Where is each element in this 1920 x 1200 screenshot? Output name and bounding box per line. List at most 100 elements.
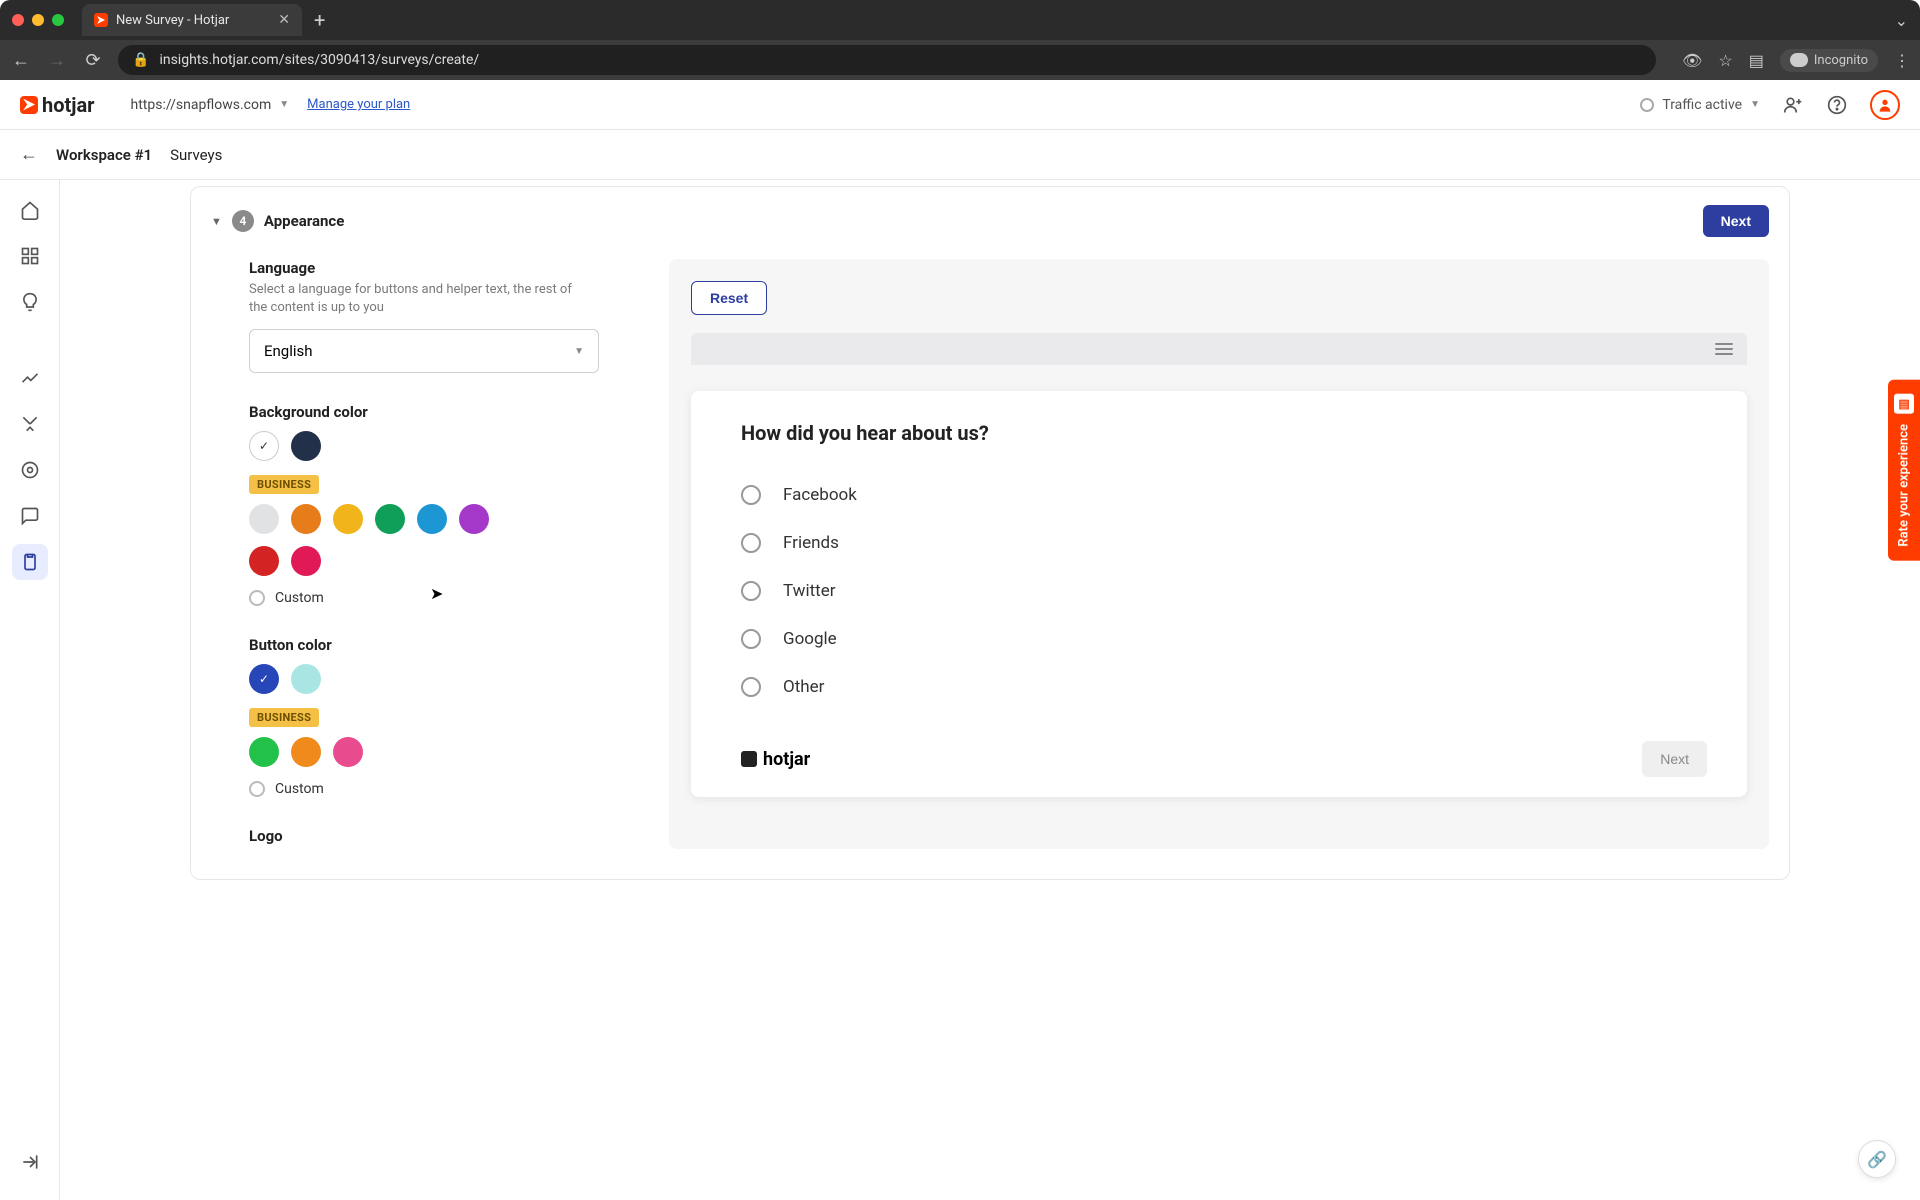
breadcrumb-workspace[interactable]: Workspace #1 <box>56 146 152 164</box>
help-icon[interactable] <box>1826 94 1848 116</box>
extension-icon[interactable]: ▤ <box>1749 51 1764 70</box>
traffic-label: Traffic active <box>1662 97 1742 113</box>
survey-question: How did you hear about us? <box>741 421 1707 445</box>
preview-brand: hotjar <box>741 749 810 770</box>
tab-favicon <box>94 13 108 27</box>
star-icon[interactable]: ☆ <box>1718 51 1732 70</box>
business-badge: BUSINESS <box>249 708 319 727</box>
bgcolor-custom-radio[interactable]: Custom <box>249 590 629 606</box>
rail-recordings-icon[interactable] <box>12 452 48 488</box>
browser-tab[interactable]: New Survey - Hotjar ✕ <box>82 4 302 36</box>
swatch-btn-blue[interactable]: ✓ <box>249 664 279 694</box>
option-label: Facebook <box>783 485 857 505</box>
flame-icon <box>20 96 38 114</box>
section-next-button[interactable]: Next <box>1703 205 1769 237</box>
option-label: Google <box>783 629 837 649</box>
swatch-pink[interactable] <box>291 546 321 576</box>
chevron-down-icon: ▼ <box>1750 99 1760 110</box>
survey-option[interactable]: Facebook <box>741 471 1707 519</box>
logo-label: Logo <box>249 827 629 845</box>
swatch-blue[interactable] <box>417 504 447 534</box>
collapse-toggle-icon[interactable]: ▼ <box>211 215 222 228</box>
radio-icon <box>249 590 265 606</box>
rail-feedback-icon[interactable] <box>12 498 48 534</box>
manage-plan-link[interactable]: Manage your plan <box>307 97 410 112</box>
rail-funnels-icon[interactable] <box>12 406 48 442</box>
swatch-btn-green[interactable] <box>249 737 279 767</box>
custom-label: Custom <box>275 590 324 606</box>
rail-home-icon[interactable] <box>12 192 48 228</box>
window-maximize[interactable] <box>52 14 64 26</box>
option-label: Twitter <box>783 581 835 601</box>
status-dot-icon <box>1640 98 1654 112</box>
survey-option[interactable]: Friends <box>741 519 1707 567</box>
option-label: Friends <box>783 533 839 553</box>
preview-next-button[interactable]: Next <box>1642 741 1707 777</box>
custom-label: Custom <box>275 781 324 797</box>
swatch-grey[interactable] <box>249 504 279 534</box>
language-desc: Select a language for buttons and helper… <box>249 281 579 317</box>
lock-icon: 🔒 <box>132 52 149 68</box>
invite-user-icon[interactable] <box>1782 94 1804 116</box>
survey-option[interactable]: Twitter <box>741 567 1707 615</box>
language-select[interactable]: English ▼ <box>249 329 599 373</box>
radio-icon <box>741 533 761 553</box>
nav-back-icon[interactable]: ← <box>10 50 32 71</box>
language-label: Language <box>249 259 629 277</box>
swatch-purple[interactable] <box>459 504 489 534</box>
hotjar-logo[interactable]: hotjar <box>20 93 95 117</box>
language-selected: English <box>264 342 313 360</box>
swatch-btn-orange[interactable] <box>291 737 321 767</box>
url-field[interactable]: 🔒 insights.hotjar.com/sites/3090413/surv… <box>118 45 1656 75</box>
survey-option[interactable]: Google <box>741 615 1707 663</box>
window-close[interactable] <box>12 14 24 26</box>
link-fab[interactable]: 🔗 <box>1858 1140 1896 1178</box>
preview-brand-text: hotjar <box>763 749 810 770</box>
back-arrow-icon[interactable]: ← <box>20 144 38 165</box>
swatch-amber[interactable] <box>333 504 363 534</box>
swatch-orange[interactable] <box>291 504 321 534</box>
swatch-navy[interactable] <box>291 431 321 461</box>
rail-trends-icon[interactable] <box>12 360 48 396</box>
chevron-down-icon: ▼ <box>279 99 289 110</box>
rail-highlights-icon[interactable] <box>12 284 48 320</box>
swatch-btn-pink[interactable] <box>333 737 363 767</box>
tab-title: New Survey - Hotjar <box>116 13 229 28</box>
step-number-badge: 4 <box>232 210 254 232</box>
drag-handle-icon[interactable] <box>1715 343 1733 355</box>
site-switcher[interactable]: https://snapflows.com ▼ <box>131 97 290 113</box>
reset-button[interactable]: Reset <box>691 281 767 315</box>
bgcolor-label: Background color <box>249 403 629 421</box>
traffic-status[interactable]: Traffic active ▼ <box>1640 97 1760 113</box>
nav-reload-icon[interactable]: ⟳ <box>82 50 104 71</box>
swatch-green[interactable] <box>375 504 405 534</box>
btncolor-custom-radio[interactable]: Custom <box>249 781 629 797</box>
swatch-white[interactable]: ✓ <box>249 431 279 461</box>
radio-icon <box>741 677 761 697</box>
nav-forward-icon: → <box>46 50 68 71</box>
tab-close-icon[interactable]: ✕ <box>278 12 290 28</box>
incognito-badge[interactable]: Incognito <box>1780 49 1878 72</box>
swatch-red[interactable] <box>249 546 279 576</box>
rail-surveys-icon[interactable] <box>12 544 48 580</box>
user-avatar[interactable] <box>1870 90 1900 120</box>
chevron-down-icon[interactable]: ⌄ <box>1895 11 1908 30</box>
btncolor-label: Button color <box>249 636 629 654</box>
breadcrumb-section[interactable]: Surveys <box>170 146 222 164</box>
rate-experience-tab[interactable]: Rate your experience ▤ <box>1888 380 1920 561</box>
radio-icon <box>741 581 761 601</box>
rate-label: Rate your experience <box>1897 424 1912 547</box>
rail-dashboard-icon[interactable] <box>12 238 48 274</box>
radio-icon <box>249 781 265 797</box>
kebab-menu-icon[interactable]: ⋮ <box>1894 51 1910 70</box>
panel-title: Appearance <box>264 212 344 230</box>
brand-text: hotjar <box>42 93 95 117</box>
survey-option[interactable]: Other <box>741 663 1707 711</box>
swatch-btn-aqua[interactable] <box>291 664 321 694</box>
breadcrumb: ← Workspace #1 Surveys <box>0 130 1920 180</box>
eye-off-icon[interactable]: 👁 <box>1682 51 1702 70</box>
survey-preview-card: How did you hear about us? Facebook Frie… <box>691 391 1747 797</box>
window-minimize[interactable] <box>32 14 44 26</box>
rail-expand-icon[interactable] <box>12 1144 48 1180</box>
new-tab-button[interactable]: + <box>314 8 325 32</box>
